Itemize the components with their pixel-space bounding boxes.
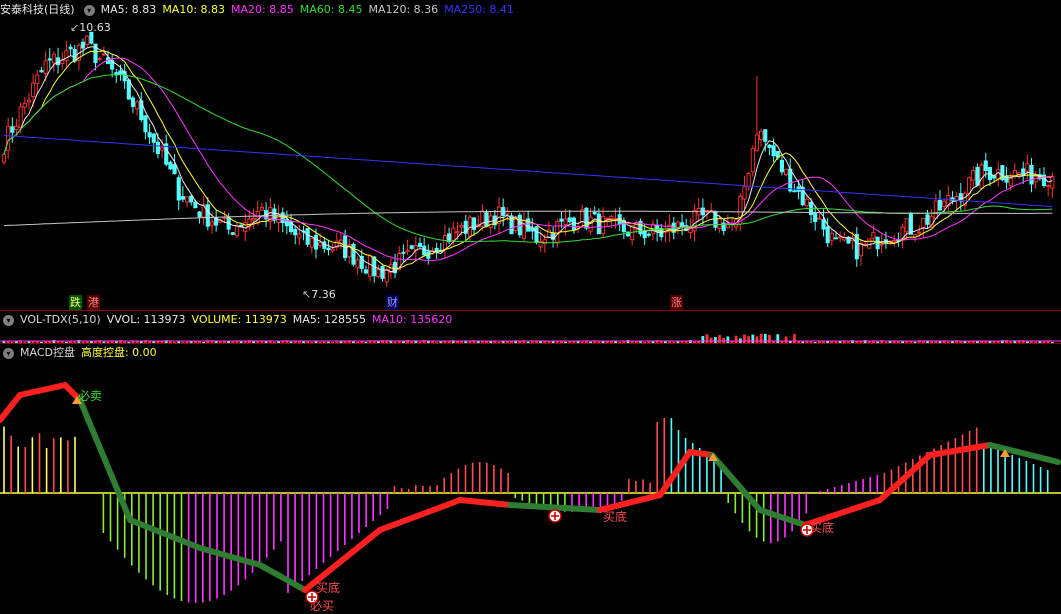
- indicator-ma250: MA250: 8.41: [444, 3, 514, 16]
- volume-title: VOL-TDX(5,10): [20, 313, 101, 326]
- macd-title: MACD控盘: [20, 346, 75, 359]
- bottom-signal-label: 买底: [603, 510, 628, 524]
- vol-indicator-volume: VOLUME: 113973: [191, 313, 287, 326]
- indicator-ma20: MA20: 8.85: [231, 3, 294, 16]
- sell-signal-label: 必卖: [78, 389, 103, 403]
- event-marker-finance[interactable]: 财: [386, 295, 399, 310]
- macd-indicator-高度控盘: 高度控盘: 0.00: [80, 346, 157, 359]
- indicator-ma60: MA60: 8.45: [299, 3, 363, 16]
- macd-chart[interactable]: [0, 0, 1061, 614]
- indicator-ma10: MA10: 8.83: [162, 3, 226, 16]
- macd-line-segment: [197, 545, 263, 568]
- vol-indicator-ma5: MA5: 128555: [292, 313, 367, 326]
- volume-header: ▾ VOL-TDX(5,10) VVOL: 113973 VOLUME: 1139…: [0, 311, 452, 329]
- event-marker-fall[interactable]: 跌: [69, 295, 82, 310]
- macd-line-segment: [127, 517, 203, 551]
- high-price-label: ↙10.63: [70, 21, 111, 34]
- macd-line-segment: [757, 507, 808, 528]
- indicator-ma120: MA120: 8.36: [368, 3, 439, 16]
- pane-divider: [0, 343, 1061, 344]
- settings-icon[interactable]: ▾: [3, 347, 14, 359]
- price-title: 安泰科技(日线): [0, 3, 75, 16]
- indicator-ma5: MA5: 8.83: [100, 3, 157, 16]
- settings-icon[interactable]: ▾: [83, 4, 95, 16]
- event-marker-hk[interactable]: 港: [87, 295, 100, 310]
- bottom-signal-label: 买底: [316, 581, 341, 595]
- bottom-signal-label: 买底: [810, 521, 835, 535]
- vol-indicator-vvol: VVOL: 113973: [106, 313, 186, 326]
- macd-line-segment: [77, 397, 133, 523]
- macd-line-segment: [457, 497, 513, 508]
- macd-header: ▾ MACD控盘 高度控盘: 0.00: [0, 344, 157, 362]
- macd-line-segment: [687, 449, 715, 458]
- macd-line-segment: [0, 392, 23, 423]
- settings-icon[interactable]: ▾: [3, 314, 14, 326]
- macd-histogram: [3, 418, 1049, 603]
- price-header: 安泰科技(日线) ▾ MA5: 8.83 MA10: 8.83 MA20: 8.85…: [0, 1, 514, 19]
- macd-line-segment: [17, 382, 68, 398]
- macd-line-segment: [987, 442, 1061, 465]
- stock-chart-window: 安泰科技(日线) ▾ MA5: 8.83 MA10: 8.83 MA20: 8.85…: [0, 0, 1061, 614]
- macd-line-segment: [377, 497, 463, 533]
- event-marker-rise[interactable]: 涨: [670, 295, 683, 310]
- macd-line-segment: [927, 442, 993, 458]
- macd-line-segment: [257, 562, 308, 593]
- low-price-label: ↖7.36: [302, 288, 336, 301]
- vol-indicator-ma10: MA10: 135620: [372, 313, 453, 326]
- buy-signal-label: 必买: [310, 599, 335, 613]
